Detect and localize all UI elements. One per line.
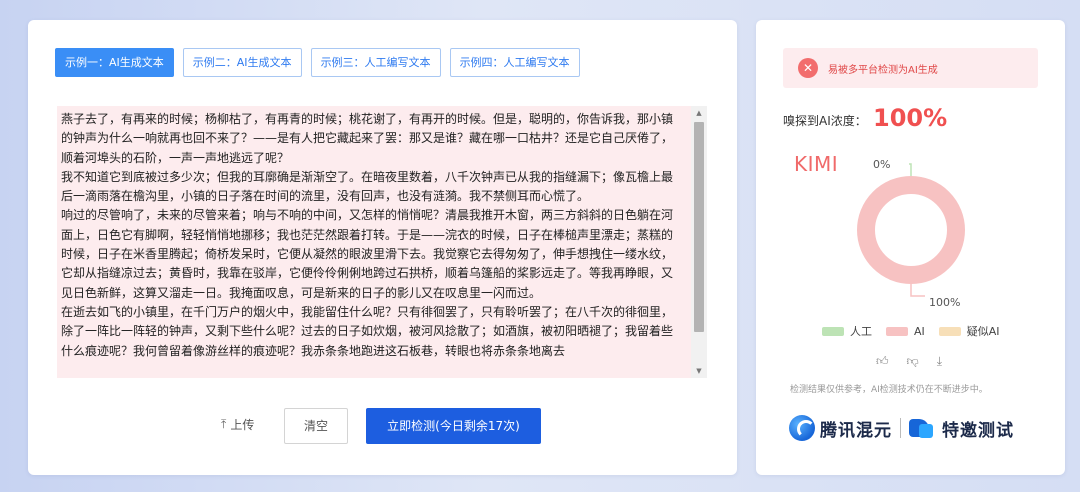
- legend-item-suspect: 疑似AI: [938, 323, 1000, 339]
- legend-label-human: 人工: [850, 325, 872, 338]
- error-icon: ✕: [798, 58, 818, 78]
- donut-slice-ai: [857, 176, 965, 284]
- partner-logo-icon: [909, 417, 937, 439]
- donut-svg: [857, 163, 965, 297]
- leader-line-full: [910, 284, 925, 297]
- donut-label-zero: 0%: [873, 158, 891, 171]
- download-icon[interactable]: ⤓: [937, 354, 942, 369]
- input-panel: 示例一：AI生成文本 示例二：AI生成文本 示例三：人工编写文本 示例四：人工编…: [28, 20, 737, 475]
- legend-label-ai: AI: [914, 324, 925, 338]
- scroll-down-icon[interactable]: ▼: [691, 364, 707, 378]
- model-label: KIMI: [794, 152, 839, 176]
- feedback-row: 👍︎ 👎︎ ⤓: [876, 354, 942, 369]
- leader-line-zero: [909, 163, 912, 176]
- legend-label-suspect: 疑似AI: [966, 325, 1000, 338]
- scroll-thumb[interactable]: [694, 122, 704, 332]
- concentration-value: 100%: [873, 104, 948, 132]
- tab-sample-1[interactable]: 示例一：AI生成文本: [55, 48, 174, 77]
- tab-sample-4[interactable]: 示例四：人工编写文本: [449, 48, 580, 77]
- scroll-up-icon[interactable]: ▲: [691, 106, 707, 120]
- upload-icon: ⤒: [221, 417, 227, 431]
- legend-swatch-human: [822, 326, 844, 336]
- partner-text: 特邀测试: [942, 420, 1014, 441]
- input-text[interactable]: 燕子去了，有再来的时候；杨柳枯了，有再青的时候；桃花谢了，有再开的时候。但是，聪…: [61, 110, 683, 361]
- legend-item-human: 人工: [822, 323, 872, 339]
- tab-sample-2[interactable]: 示例二：AI生成文本: [182, 48, 302, 77]
- legend-item-ai: AI: [886, 323, 925, 339]
- text-input-area[interactable]: 燕子去了，有再来的时候；杨柳枯了，有再青的时候；桃花谢了，有再开的时候。但是，聪…: [57, 106, 707, 378]
- detect-button[interactable]: 立即检测(今日剩余17次): [366, 408, 541, 444]
- brand-logos: 腾讯混元 特邀测试: [789, 415, 1014, 441]
- legend-swatch-ai: [886, 326, 908, 336]
- sample-tabs: 示例一：AI生成文本 示例二：AI生成文本 示例三：人工编写文本 示例四：人工编…: [55, 48, 580, 77]
- chart-legend: 人工 AI 疑似AI: [822, 323, 1000, 339]
- alert-text: 易被多平台检测为AI生成: [828, 64, 938, 76]
- disclaimer-text: 检测结果仅供参考，AI检测技术仍在不断进步中。: [790, 385, 988, 395]
- clear-button[interactable]: 清空: [284, 408, 348, 444]
- result-panel: ✕ 易被多平台检测为AI生成 嗅探到AI浓度： 100% KIMI 0% 100…: [756, 20, 1065, 475]
- thumbs-up-icon[interactable]: 👍︎: [876, 354, 889, 369]
- thumbs-down-icon[interactable]: 👎︎: [907, 354, 919, 369]
- upload-button[interactable]: ⤒ 上传: [221, 416, 254, 433]
- logo-divider: [900, 418, 901, 438]
- text-scrollbar[interactable]: ▲ ▼: [691, 106, 707, 378]
- hunyuan-logo-icon: [789, 415, 815, 441]
- concentration-label: 嗅探到AI浓度：: [783, 114, 867, 128]
- brand-text: 腾讯混元: [820, 420, 892, 441]
- upload-label: 上传: [230, 418, 255, 432]
- tab-sample-3[interactable]: 示例三：人工编写文本: [310, 48, 441, 77]
- donut-label-full: 100%: [929, 296, 961, 309]
- ai-donut-chart: 0% 100%: [836, 150, 1006, 310]
- legend-swatch-suspect: [938, 326, 961, 336]
- result-alert: ✕ 易被多平台检测为AI生成: [783, 48, 1038, 88]
